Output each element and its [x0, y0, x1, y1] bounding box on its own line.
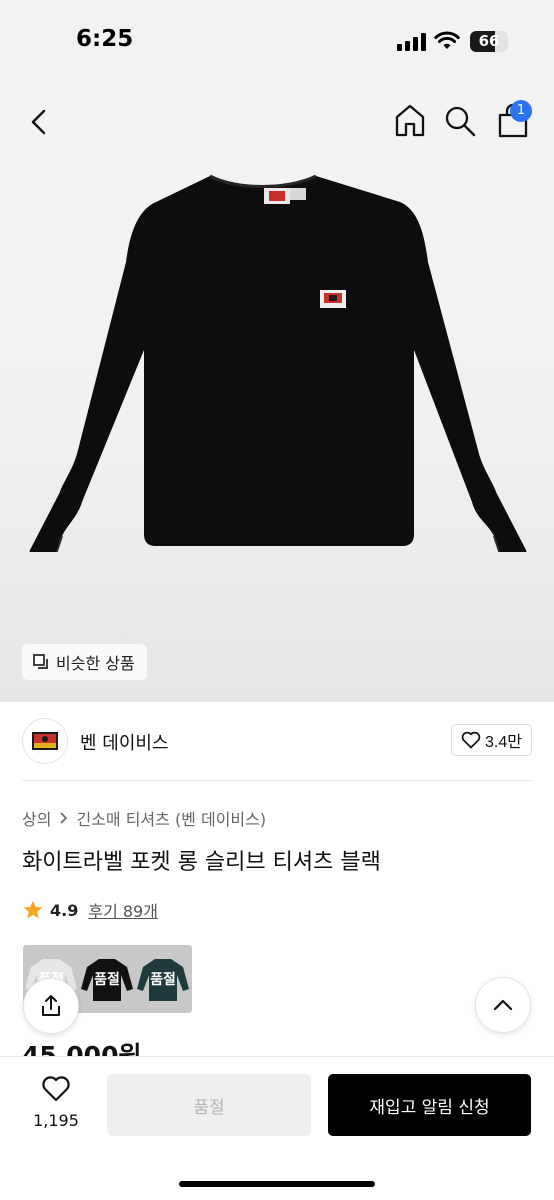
- cart-button[interactable]: 1: [494, 100, 534, 140]
- copy-icon: [33, 654, 48, 669]
- signal-icon: [397, 33, 427, 51]
- divider: [22, 780, 532, 781]
- bottom-action-bar: 1,195 품절 재입고 알림 신청: [0, 1056, 554, 1200]
- search-button[interactable]: [442, 102, 478, 140]
- rating-row: 4.9 후기 89개: [22, 898, 158, 922]
- brand-like-count: 3.4만: [485, 734, 522, 751]
- star-icon: [23, 900, 43, 919]
- wifi-icon: [434, 31, 460, 49]
- chevron-up-icon: [493, 999, 513, 1011]
- brand-logo[interactable]: [22, 718, 68, 764]
- home-icon: [395, 104, 425, 137]
- product-price: 45,000원: [22, 1041, 142, 1058]
- home-indicator: [179, 1181, 375, 1187]
- rating-score: 4.9: [50, 900, 79, 920]
- breadcrumb-subcategory[interactable]: 긴소매 티셔츠 (벤 데이비스): [76, 806, 266, 830]
- option-black[interactable]: 품절: [79, 945, 135, 1013]
- home-button[interactable]: [392, 102, 428, 140]
- restock-alert-button[interactable]: 재입고 알림 신청: [328, 1074, 531, 1136]
- heart-icon: [461, 731, 481, 749]
- wishlist-button[interactable]: 1,195: [28, 1075, 84, 1139]
- share-icon: [42, 995, 60, 1016]
- review-link[interactable]: 후기 89개: [88, 898, 158, 922]
- chevron-right-icon: [60, 812, 68, 824]
- status-bar: 6:25 66: [0, 0, 554, 84]
- wishlist-count: 1,195: [33, 1111, 79, 1130]
- breadcrumb: 상의 긴소매 티셔츠 (벤 데이비스): [22, 806, 266, 830]
- product-gallery[interactable]: 1 비슷한 상품: [0, 84, 554, 702]
- brand-like-button[interactable]: 3.4만: [451, 724, 532, 756]
- chevron-left-icon: [31, 109, 46, 135]
- similar-products-label: 비슷한 상품: [56, 654, 135, 673]
- status-time: 6:25: [76, 26, 134, 52]
- battery-icon: 66: [470, 31, 508, 52]
- back-button[interactable]: [22, 104, 58, 140]
- breadcrumb-category[interactable]: 상의: [22, 806, 51, 830]
- soldout-button[interactable]: 품절: [107, 1074, 311, 1136]
- heart-icon: [42, 1076, 70, 1102]
- similar-products-button[interactable]: 비슷한 상품: [22, 644, 147, 680]
- cart-badge: 1: [510, 100, 532, 122]
- battery-level: 66: [478, 32, 500, 50]
- search-icon: [445, 106, 476, 137]
- brand-row: 벤 데이비스 3.4만: [22, 718, 532, 764]
- product-title: 화이트라벨 포켓 롱 슬리브 티셔츠 블랙: [22, 850, 381, 875]
- product-image[interactable]: [26, 172, 530, 552]
- option-label: 품절: [150, 972, 176, 988]
- brand-name[interactable]: 벤 데이비스: [80, 729, 169, 755]
- option-green[interactable]: 품절: [135, 945, 191, 1013]
- share-button[interactable]: [23, 978, 79, 1034]
- option-label: 품절: [94, 972, 120, 988]
- brand-logo-mark: [32, 732, 58, 750]
- scroll-top-button[interactable]: [475, 977, 531, 1033]
